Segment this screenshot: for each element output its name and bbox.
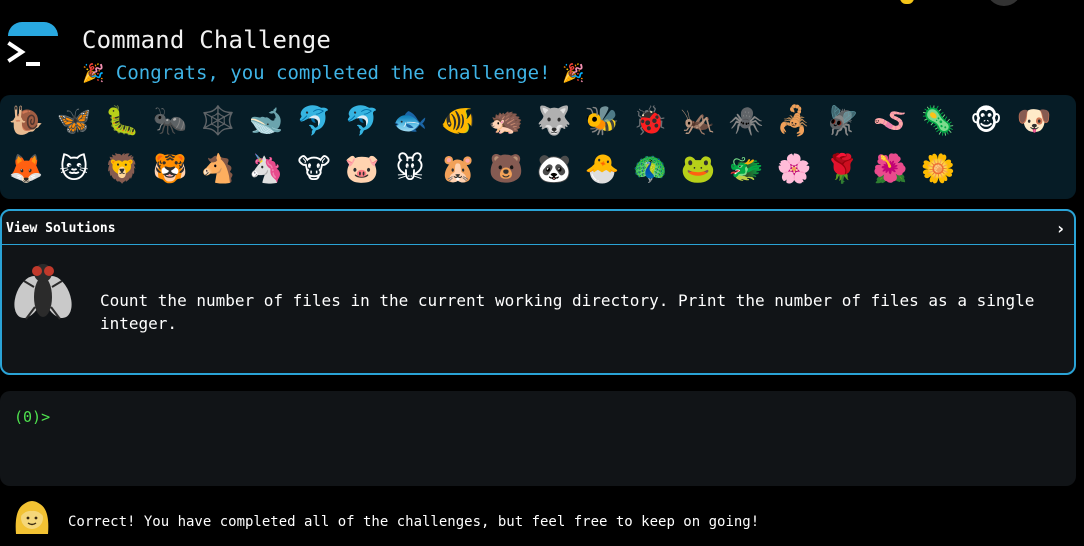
animal-badge-icon: 🌹 — [824, 152, 860, 185]
animal-badge-icon: 🦊 — [8, 152, 44, 185]
animal-badge-icon: 🦄 — [248, 152, 284, 185]
animal-badge-icon: 🐮 — [297, 152, 331, 185]
app-page: Command Challenge 🎉 Congrats, you comple… — [0, 0, 1084, 546]
animal-badge-icon: 🐜 — [152, 104, 188, 137]
animal-badge-icon: 🌺 — [872, 152, 908, 185]
animal-badge-icon: 🐠 — [440, 104, 476, 137]
animal-row-1: 🐌 🦋 🐛 🐜 🕸️ 🐋 🐬 🐬 🐟 🐠 🦔 🐺 🐝 🐞 🦗 🕷️ 🦂 🪰 🪱 🦠 🐵 🐶 — [0, 97, 1076, 145]
animal-badge-icon: 🐺 — [536, 104, 572, 137]
animal-row-2: 🦊 🐱 🦁 🐯 🐴 🦄 🐮 🐷 🐭 🐹 🐻 🐼 🐣 🦚 🐸 🐲 🌸 🌹 🌺 🌼 — [0, 145, 1076, 193]
animal-badge-icon: 🐋 — [248, 104, 284, 137]
top-emoji-fragment — [900, 0, 914, 4]
animal-badge-icon: 🦔 — [488, 104, 524, 137]
animal-badge-icon: 🌸 — [776, 152, 812, 185]
terminal-logo-icon[interactable] — [6, 0, 58, 80]
terminal-prompt: (0)> — [14, 408, 51, 426]
animal-badge-icon: 🐛 — [104, 104, 140, 137]
animal-badge-icon: 🐌 — [8, 104, 44, 137]
view-solutions-toggle[interactable]: View Solutions › — [2, 211, 1074, 245]
animal-badge-icon: 🐞 — [632, 104, 668, 137]
animal-badge-icon: 🐷 — [344, 152, 380, 185]
animal-badge-icon: 🪱 — [872, 104, 908, 137]
fly-icon — [12, 261, 74, 329]
animal-badge-icon: 🐬 — [296, 104, 332, 137]
chevron-right-icon[interactable]: › — [1057, 219, 1064, 238]
animal-badge-icon: 🌼 — [920, 152, 956, 185]
animal-badge-icon: 🐯 — [152, 152, 188, 185]
animal-badge-icon: 🦋 — [56, 104, 92, 137]
challenge-description: Count the number of files in the current… — [100, 291, 1035, 333]
animal-badge-icon: 🐻 — [488, 152, 524, 185]
party-popper-icon: 🎉 — [562, 63, 585, 84]
animal-badge-icon: 🪰 — [824, 104, 860, 137]
solutions-panel: View Solutions › Count the number of fil… — [0, 209, 1076, 375]
page-title: Command Challenge — [82, 26, 332, 54]
congrats-text: Congrats, you completed the challenge! — [115, 62, 551, 84]
animal-badge-icon: 🐬 — [344, 104, 380, 137]
animal-badge-icon: 🕷️ — [728, 104, 764, 137]
animal-badge-icon: 🐱 — [59, 152, 89, 185]
animal-badge-icon: 🐲 — [728, 152, 764, 185]
animal-badge-icon: 🐼 — [536, 152, 572, 185]
terminal-input[interactable]: (0)> — [0, 391, 1076, 486]
animal-badge-icon: 🐟 — [392, 104, 428, 137]
result-message: Correct! You have completed all of the c… — [68, 514, 760, 530]
animal-badge-icon: 🐣 — [584, 152, 620, 185]
view-solutions-label: View Solutions — [6, 221, 116, 236]
animal-badge-icon: 🕸️ — [200, 104, 236, 137]
animal-badge-icon: 🦗 — [680, 104, 716, 137]
animal-badge-icon: 🐭 — [395, 152, 425, 185]
animal-badge-icon: 🐸 — [680, 152, 716, 185]
animal-badge-icon: 🐴 — [200, 152, 236, 185]
woman-face-icon — [12, 496, 52, 540]
top-avatar-fragment[interactable] — [986, 0, 1022, 6]
animal-badge-icon: 🐶 — [1016, 104, 1052, 137]
animal-badge-icon: 🐝 — [584, 104, 620, 137]
animal-badge-icon: 🦁 — [104, 152, 140, 185]
animal-badge-icon: 🦠 — [920, 104, 956, 137]
animal-badge-icon: 🐹 — [440, 152, 476, 185]
animal-badge-icon: 🦚 — [632, 152, 668, 185]
animal-badge-icon: 🦂 — [776, 104, 812, 137]
completed-challenges-strip: 🐌 🦋 🐛 🐜 🕸️ 🐋 🐬 🐬 🐟 🐠 🦔 🐺 🐝 🐞 🦗 🕷️ 🦂 🪰 🪱 🦠 🐵 🐶 🦊 🐱 🦁 🐯 🐴 🦄 🐮 🐷 🐭 🐹 🐻 🐼 🐣 🦚 🐸… — [0, 95, 1076, 199]
party-popper-icon: 🎉 — [82, 63, 105, 84]
congrats-message: 🎉 Congrats, you completed the challenge!… — [82, 62, 584, 84]
animal-badge-icon: 🐵 — [969, 104, 1003, 137]
